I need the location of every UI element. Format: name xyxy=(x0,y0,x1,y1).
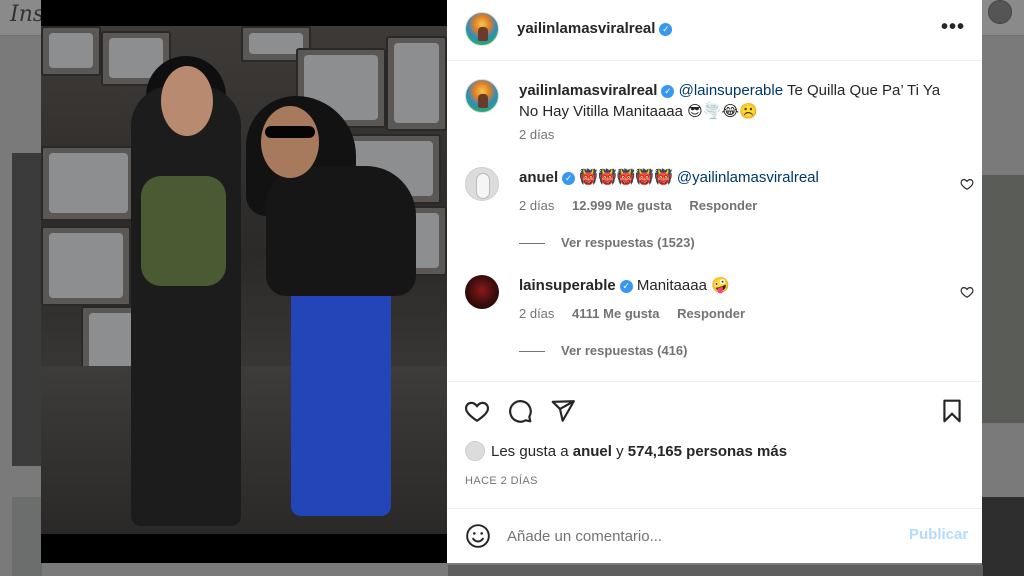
person-right-jacket xyxy=(266,166,416,296)
photo-content xyxy=(41,26,447,534)
liker-username[interactable]: anuel xyxy=(573,443,612,460)
caption-username[interactable]: yailinlamasviralreal xyxy=(519,82,657,99)
comment-username[interactable]: anuel xyxy=(519,169,558,186)
post-timestamp[interactable]: HACE 2 DÍAS xyxy=(465,475,538,487)
comment-avatar[interactable] xyxy=(465,275,499,309)
like-comment-heart-icon[interactable] xyxy=(960,285,974,299)
comment-body: Manitaaaa 🤪 xyxy=(636,277,730,294)
tv-prop xyxy=(41,146,136,221)
publish-button[interactable]: Publicar xyxy=(909,526,968,543)
person-left xyxy=(131,86,241,526)
background-thumbnail xyxy=(982,497,1024,576)
reply-button[interactable]: Responder xyxy=(689,198,757,213)
more-options-button[interactable]: ••• xyxy=(940,16,966,42)
comment-meta: 2 días 4111 Me gusta Responder xyxy=(519,306,745,321)
more-icon: ••• xyxy=(940,16,965,38)
heart-icon[interactable] xyxy=(464,398,490,424)
post-photo[interactable] xyxy=(41,0,447,563)
likes-summary: Les gusta a anuel y 574,165 personas más xyxy=(465,441,787,463)
profile-avatar[interactable] xyxy=(988,0,1012,24)
tv-prop xyxy=(41,226,131,306)
sunglasses xyxy=(265,126,315,138)
person-right-face xyxy=(261,106,319,178)
share-icon[interactable] xyxy=(550,398,576,424)
likes-count[interactable]: 574,165 personas más xyxy=(628,443,787,460)
verified-icon: ✓ xyxy=(661,85,675,98)
reply-button[interactable]: Responder xyxy=(677,306,745,321)
post-header: yailinlamasviralreal ✓ ••• xyxy=(447,0,982,61)
comment-item: anuel ✓ 👹👹👹👹👹 @yailinlamasviralreal xyxy=(519,168,819,188)
divider-line xyxy=(519,351,545,353)
comment-meta: 2 días 12.999 Me gusta Responder xyxy=(519,198,757,213)
post-caption: yailinlamasviralreal ✓ @lainsuperable Te … xyxy=(519,80,959,122)
comment-username[interactable]: lainsuperable xyxy=(519,277,616,294)
background-thumbnail xyxy=(12,153,42,466)
post-modal: yailinlamasviralreal ✓ ••• yailinlamasvir… xyxy=(41,0,982,563)
verified-icon: ✓ xyxy=(659,23,673,36)
verified-icon: ✓ xyxy=(619,280,633,293)
bookmark-icon[interactable] xyxy=(939,398,965,424)
comment-icon[interactable] xyxy=(507,398,533,424)
person-left-face xyxy=(161,66,213,136)
comment-time[interactable]: 2 días xyxy=(519,306,554,321)
verified-icon: ✓ xyxy=(562,172,576,185)
view-replies-button[interactable]: Ver respuestas (416) xyxy=(519,343,687,358)
person-left-camo-top xyxy=(141,176,226,286)
comment-mention[interactable]: @yailinlamasviralreal xyxy=(677,169,819,186)
comment-body: 👹👹👹👹👹 xyxy=(579,169,673,186)
caption-avatar[interactable] xyxy=(465,79,499,113)
instagram-logo: Ins xyxy=(10,2,45,27)
post-side-panel: yailinlamasviralreal ✓ ••• yailinlamasvir… xyxy=(447,0,982,563)
action-bar xyxy=(447,381,982,438)
background-thumbnail xyxy=(982,175,1024,423)
author-avatar[interactable] xyxy=(465,12,499,46)
caption-time[interactable]: 2 días xyxy=(519,127,554,142)
caption-mention[interactable]: @lainsuperable xyxy=(679,82,783,99)
background-thumbnail xyxy=(448,565,983,576)
background-thumbnail xyxy=(12,497,42,576)
emoji-icon[interactable] xyxy=(465,523,491,549)
like-comment-heart-icon[interactable] xyxy=(960,177,974,191)
comment-likes[interactable]: 12.999 Me gusta xyxy=(572,198,672,213)
divider-line xyxy=(519,243,545,245)
tv-prop xyxy=(386,36,447,131)
comment-input[interactable] xyxy=(507,523,887,549)
comment-box: Publicar xyxy=(447,508,982,563)
comment-likes[interactable]: 4111 Me gusta xyxy=(572,306,659,321)
comment-item: lainsuperable ✓ Manitaaaa 🤪 xyxy=(519,276,730,296)
comment-time[interactable]: 2 días xyxy=(519,198,554,213)
liker-avatar[interactable] xyxy=(465,441,485,461)
tv-prop xyxy=(41,26,101,76)
author-username[interactable]: yailinlamasviralreal ✓ xyxy=(517,20,673,37)
view-replies-button[interactable]: Ver respuestas (1523) xyxy=(519,235,695,250)
comment-avatar[interactable] xyxy=(465,167,499,201)
